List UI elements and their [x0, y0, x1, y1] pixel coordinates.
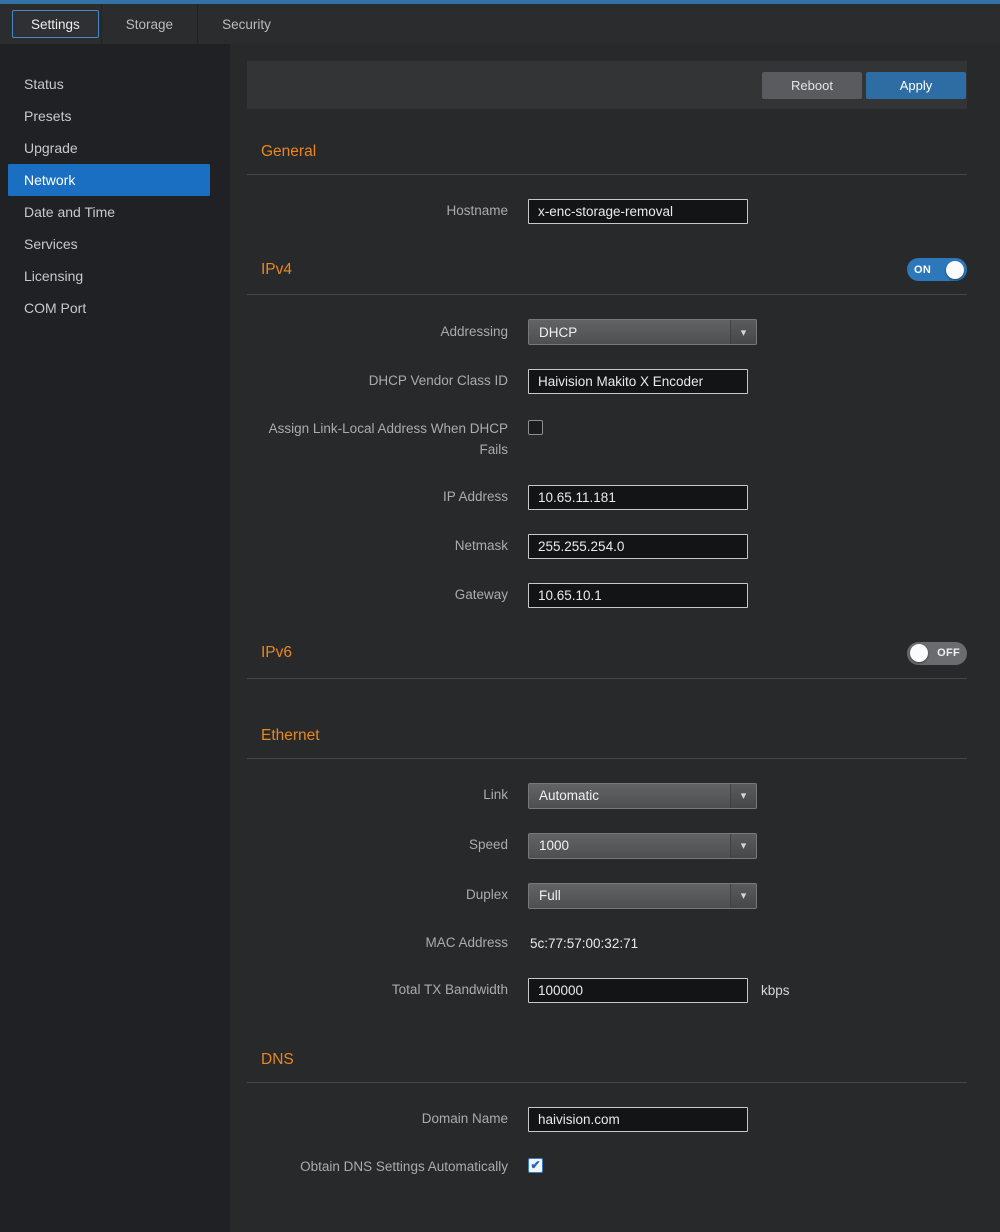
speed-dropdown[interactable]: 1000 ▾ — [528, 833, 757, 859]
mac-address-value: 5c:77:57:00:32:71 — [528, 936, 638, 951]
bandwidth-label: Total TX Bandwidth — [247, 980, 528, 1001]
sidebar-item-status[interactable]: Status — [0, 68, 230, 100]
obtain-dns-checkbox[interactable]: ✔ — [528, 1158, 543, 1173]
link-row: Link Automatic ▾ — [247, 783, 967, 809]
speed-value: 1000 — [529, 838, 730, 853]
link-local-row: Assign Link-Local Address When DHCP Fail… — [247, 418, 967, 461]
addressing-value: DHCP — [529, 325, 730, 340]
sidebar-item-network[interactable]: Network — [8, 164, 210, 196]
speed-row: Speed 1000 ▾ — [247, 833, 967, 859]
sidebar-item-presets[interactable]: Presets — [0, 100, 230, 132]
ip-address-label: IP Address — [247, 487, 528, 508]
netmask-input[interactable] — [528, 534, 748, 559]
link-local-label: Assign Link-Local Address When DHCP Fail… — [247, 419, 528, 461]
obtain-dns-row: Obtain DNS Settings Automatically ✔ — [247, 1156, 967, 1178]
vendor-class-input[interactable] — [528, 369, 748, 394]
netmask-label: Netmask — [247, 536, 528, 557]
hostname-input[interactable] — [528, 199, 748, 224]
domain-name-label: Domain Name — [247, 1109, 528, 1130]
ipv4-toggle[interactable]: ON — [907, 258, 967, 281]
bandwidth-unit: kbps — [761, 983, 790, 998]
ip-address-row: IP Address — [247, 485, 967, 510]
bandwidth-input[interactable] — [528, 978, 748, 1003]
apply-button[interactable]: Apply — [866, 72, 966, 99]
section-title-dns: DNS — [261, 1051, 294, 1069]
mac-address-row: MAC Address 5c:77:57:00:32:71 — [247, 933, 967, 954]
link-label: Link — [247, 785, 528, 806]
toggle-knob — [946, 261, 964, 279]
sidebar: Status Presets Upgrade Network Date and … — [0, 44, 230, 1232]
tab-settings[interactable]: Settings — [12, 10, 99, 38]
sidebar-item-services[interactable]: Services — [0, 228, 230, 260]
action-toolbar: Reboot Apply — [247, 61, 967, 109]
ip-address-input[interactable] — [528, 485, 748, 510]
netmask-row: Netmask — [247, 534, 967, 559]
link-dropdown[interactable]: Automatic ▾ — [528, 783, 757, 809]
addressing-row: Addressing DHCP ▾ — [247, 319, 967, 345]
link-value: Automatic — [529, 788, 730, 803]
gateway-label: Gateway — [247, 585, 528, 606]
ipv4-toggle-label: ON — [910, 264, 935, 276]
section-ethernet: Ethernet Link Automatic ▾ Speed 1000 ▾ D… — [247, 721, 967, 1003]
addressing-label: Addressing — [247, 322, 528, 343]
section-title-ipv4: IPv4 — [261, 261, 292, 279]
sidebar-item-licensing[interactable]: Licensing — [0, 260, 230, 292]
duplex-row: Duplex Full ▾ — [247, 883, 967, 909]
duplex-value: Full — [529, 888, 730, 903]
section-title-ethernet: Ethernet — [261, 727, 320, 745]
gateway-input[interactable] — [528, 583, 748, 608]
sidebar-item-date-and-time[interactable]: Date and Time — [0, 196, 230, 228]
section-title-general: General — [261, 143, 316, 161]
chevron-down-icon: ▾ — [730, 834, 756, 858]
chevron-down-icon: ▾ — [730, 784, 756, 808]
ipv6-toggle-label: OFF — [933, 647, 964, 659]
toggle-knob — [910, 644, 928, 662]
section-dns: DNS Domain Name Obtain DNS Settings Auto… — [247, 1045, 967, 1178]
reboot-button[interactable]: Reboot — [762, 72, 862, 99]
ipv6-toggle[interactable]: OFF — [907, 642, 967, 665]
duplex-dropdown[interactable]: Full ▾ — [528, 883, 757, 909]
obtain-dns-label: Obtain DNS Settings Automatically — [247, 1157, 528, 1178]
hostname-row: Hostname — [247, 199, 967, 224]
sidebar-item-com-port[interactable]: COM Port — [0, 292, 230, 324]
speed-label: Speed — [247, 835, 528, 856]
section-general: General Hostname — [247, 137, 967, 224]
hostname-label: Hostname — [247, 201, 528, 222]
section-ipv4: IPv4 ON Addressing DHCP ▾ DHCP Vendor Cl… — [247, 252, 967, 608]
section-ipv6: IPv6 OFF — [247, 636, 967, 679]
mac-address-label: MAC Address — [247, 933, 528, 954]
chevron-down-icon: ▾ — [730, 884, 756, 908]
addressing-dropdown[interactable]: DHCP ▾ — [528, 319, 757, 345]
link-local-checkbox[interactable] — [528, 420, 543, 435]
section-title-ipv6: IPv6 — [261, 644, 292, 662]
top-tab-bar: Settings Storage Security — [0, 0, 1000, 44]
duplex-label: Duplex — [247, 885, 528, 906]
gateway-row: Gateway — [247, 583, 967, 608]
bandwidth-row: Total TX Bandwidth kbps — [247, 978, 967, 1003]
chevron-down-icon: ▾ — [730, 320, 756, 344]
vendor-class-row: DHCP Vendor Class ID — [247, 369, 967, 394]
domain-name-row: Domain Name — [247, 1107, 967, 1132]
sidebar-item-upgrade[interactable]: Upgrade — [0, 132, 230, 164]
network-settings-page: Reboot Apply General Hostname IPv4 ON — [230, 44, 1000, 1232]
vendor-class-label: DHCP Vendor Class ID — [247, 371, 528, 392]
tab-storage[interactable]: Storage — [101, 4, 197, 44]
tab-security[interactable]: Security — [197, 4, 295, 44]
domain-name-input[interactable] — [528, 1107, 748, 1132]
